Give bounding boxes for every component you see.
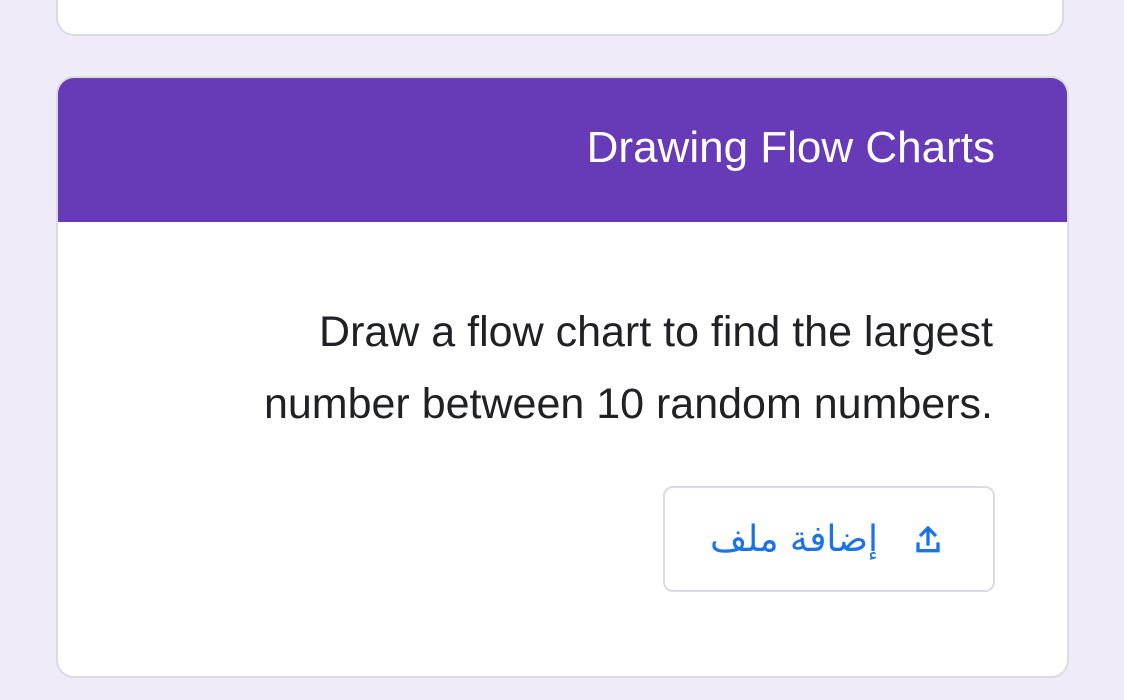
section-header: Drawing Flow Charts [58,78,1067,222]
add-file-label: إضافة ملف [710,518,878,560]
question-line-2: .number between 10 random numbers [263,380,993,428]
section-card: Drawing Flow Charts Draw a flow chart to… [56,76,1069,678]
question-line-1: Draw a flow chart to find the largest [319,308,993,356]
question-text: Draw a flow chart to find the largest .n… [113,296,993,440]
section-title: Drawing Flow Charts [586,123,995,172]
previous-section-card [56,0,1064,36]
add-file-button[interactable]: إضافة ملف [663,486,995,592]
upload-icon [908,519,948,559]
